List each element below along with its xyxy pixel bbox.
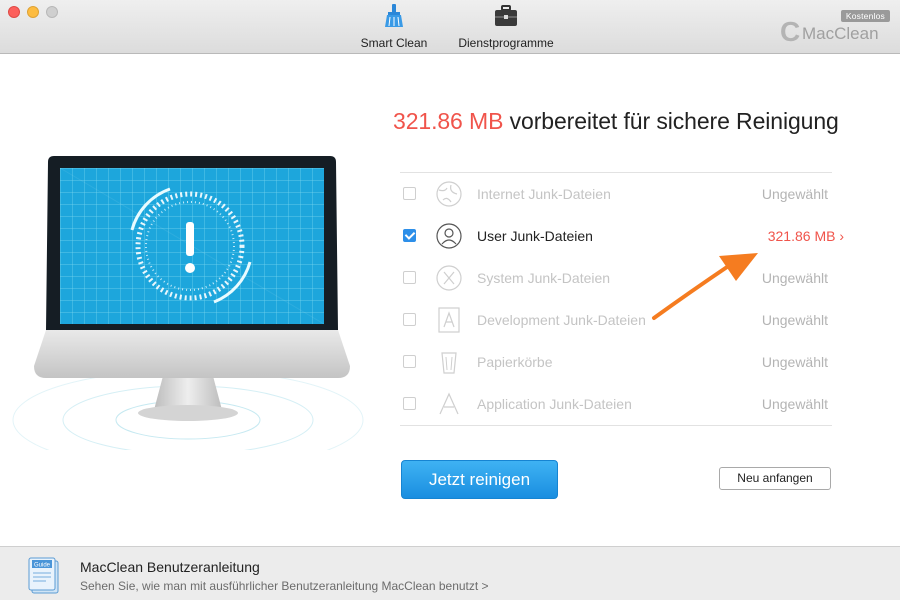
guide-title: MacClean Benutzeranleitung [80,559,260,575]
checkbox[interactable] [403,229,416,242]
list-item-internet-junk[interactable]: Internet Junk-Dateien Ungewählt [400,173,832,215]
checkbox[interactable] [403,355,416,368]
list-item-user-junk[interactable]: User Junk-Dateien 321.86 MB › [400,215,844,257]
list-item-status: Ungewählt [761,396,828,412]
free-badge: Kostenlos [840,10,890,22]
list-item-label: User Junk-Dateien [477,228,593,244]
tab-dienstprogramme-label: Dienstprogramme [458,36,554,50]
app-store-icon [439,392,459,415]
tab-dienstprogramme[interactable]: Dienstprogramme [456,4,556,50]
list-item-label: Internet Junk-Dateien [477,186,611,202]
system-x-icon [436,265,462,291]
monitor-illustration [12,156,364,450]
list-item-size-link[interactable]: 321.86 MB › [768,228,844,244]
checkbox[interactable] [403,397,416,410]
brand-name: MacClean [802,24,879,43]
user-icon [436,223,462,249]
checkbox[interactable] [403,187,416,200]
list-item-label: Papierkörbe [477,354,553,370]
junk-category-list: Internet Junk-Dateien Ungewählt User Jun… [400,172,844,426]
checkbox[interactable] [403,271,416,284]
list-item-status: Ungewählt [761,312,828,328]
trash-icon [441,352,457,374]
page-title: 321.86 MB vorbereitet für sichere Reinig… [393,108,839,135]
toolbox-icon [495,5,517,26]
list-item-application-junk[interactable]: Application Junk-Dateien Ungewählt [400,383,832,425]
clean-now-button[interactable]: Jetzt reinigen [401,460,558,499]
guide-link[interactable]: Sehen Sie, wie man mit ausführlicher Ben… [80,579,489,593]
close-window-button[interactable] [8,6,20,18]
restart-button[interactable]: Neu anfangen [719,467,831,490]
checkbox[interactable] [403,313,416,326]
brand-logo-letter: C [780,16,801,47]
list-item-system-junk[interactable]: System Junk-Dateien Ungewählt [400,257,832,299]
headline-text: vorbereitet für sichere Reinigung [503,108,839,134]
list-item-development-junk[interactable]: Development Junk-Dateien Ungewählt [400,299,832,341]
list-item-trash[interactable]: Papierkörbe Ungewählt [400,341,832,383]
list-item-status: Ungewählt [761,186,828,202]
tab-smart-clean[interactable]: Smart Clean [360,4,428,50]
minimize-window-button[interactable] [27,6,39,18]
globe-icon [436,181,462,207]
footer-guide-bar[interactable]: Guide MacClean Benutzeranleitung Sehen S… [0,546,900,600]
tab-smart-clean-label: Smart Clean [360,36,428,50]
window-titlebar: Smart Clean Dienstprogramme Kostenlos C … [0,0,900,54]
list-item-label: Development Junk-Dateien [477,312,646,328]
list-item-label: Application Junk-Dateien [477,396,632,412]
list-item-label: System Junk-Dateien [477,270,611,286]
list-item-status: Ungewählt [761,270,828,286]
headline-amount: 321.86 MB [393,108,504,134]
broom-icon [385,4,403,27]
xcode-icon [438,307,460,333]
guide-icon-label: Guide [34,563,51,569]
list-item-status: Ungewählt [761,354,828,370]
guide-book-icon: Guide [28,557,59,594]
zoom-window-button[interactable] [46,6,58,18]
brand-logo: Kostenlos C MacClean [780,10,892,48]
